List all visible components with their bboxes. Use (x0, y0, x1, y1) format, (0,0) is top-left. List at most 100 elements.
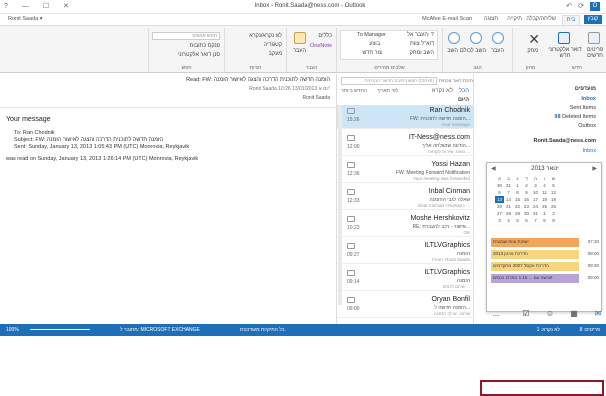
calendar-day[interactable]: 24 (531, 203, 540, 210)
calendar-day[interactable]: 27 (495, 210, 504, 217)
minimize-icon[interactable]: — (22, 3, 35, 10)
new-items-button[interactable]: פריטים חדשים (584, 47, 606, 59)
follow-up-button[interactable]: מעקב (269, 51, 282, 57)
reply-all-icon[interactable] (470, 32, 482, 44)
calendar-day[interactable]: 1 (540, 210, 549, 217)
sort-by-date[interactable]: לפי תאריך (377, 88, 398, 94)
calendar-day[interactable]: 17 (531, 196, 540, 203)
folder-inbox-account[interactable]: Inbox (583, 148, 596, 154)
message-row[interactable]: IT-Ness@ness.com הודעה שנשלחה אליך... מאת:… (337, 132, 474, 156)
unread-read-button[interactable]: לא נקרא/נקרא (249, 33, 282, 39)
reply-all-button[interactable]: השב לכולם (460, 48, 486, 54)
calendar-day[interactable]: 25 (540, 203, 549, 210)
calendar-day[interactable]: 14 (504, 196, 513, 203)
account-header[interactable]: Ronit.Saada@ness.com (533, 138, 596, 144)
quick-step-team-email[interactable]: דוא"ל צוות (410, 41, 434, 47)
calendar-day[interactable]: 7 (504, 189, 513, 196)
calendar-day[interactable]: 4 (540, 182, 549, 189)
calendar-day[interactable]: 8 (540, 217, 549, 224)
calendar-day[interactable]: 29 (513, 210, 522, 217)
move-button[interactable]: העבר (293, 48, 306, 54)
sort-direction[interactable]: החדש ביותר (341, 88, 367, 94)
tab-home[interactable]: בית (562, 15, 580, 25)
delete-button[interactable]: מחק (527, 48, 538, 54)
tab-file[interactable]: קובץ (584, 15, 602, 24)
search-input[interactable]: חפש בתיבת הדואר הנוכחית (Ctrl+E) (341, 77, 437, 85)
appointment-item[interactable]: הדרכת ארגון 2013 (491, 250, 579, 259)
calendar-day[interactable]: 3 (531, 182, 540, 189)
message-row[interactable]: Inbal Cinman שאלה לגבי ההזמנה Inbal Cinman… (337, 186, 474, 210)
message-row[interactable]: Ran Chodnik FW: הזמנה חדשה לתוכנית... Your… (337, 105, 474, 129)
calendar-day[interactable]: 6 (495, 189, 504, 196)
zoom-level[interactable]: 100% (6, 327, 19, 333)
maximize-icon[interactable]: ☐ (43, 3, 55, 10)
forward-button[interactable]: העבר (491, 48, 504, 54)
onenote-button[interactable]: OneNote (310, 43, 332, 49)
calendar-nav-icon[interactable]: ▦ (568, 309, 580, 321)
tab-view[interactable]: תצוגה (484, 16, 498, 22)
message-row[interactable]: Yossi Hazan FW: Meeting Forward Notificat… (337, 159, 474, 183)
folder-sent-items[interactable]: Sent Items (570, 105, 596, 111)
categorize-button[interactable]: קטגוריה (264, 42, 282, 48)
calendar-day[interactable]: 5 (549, 182, 558, 189)
send-receive-icon[interactable]: ⟳ (578, 2, 584, 10)
new-email-button[interactable]: דואר אלקטרוני חדש (548, 47, 582, 59)
appointment-item[interactable]: פגישה עם ... 1:15 במרכז כנסים (491, 274, 579, 283)
calendar-day[interactable]: 30 (522, 210, 531, 217)
mail-nav-icon[interactable]: ✉ (592, 309, 604, 321)
group-header-today[interactable]: היום (458, 97, 469, 103)
calendar-day[interactable]: 13 (495, 196, 504, 203)
calendar-day[interactable]: 6 (522, 217, 531, 224)
reading-from[interactable]: Ronit Saada (302, 95, 330, 101)
delete-icon[interactable]: ✕ (528, 32, 540, 46)
more-nav-icon[interactable]: ... (490, 309, 502, 321)
calendar-day[interactable]: 31 (504, 182, 513, 189)
list-scrollbar[interactable] (338, 105, 342, 305)
appointment-item[interactable]: הדרכת אקסל 2007 מתקדמים (491, 262, 579, 271)
calendar-day[interactable]: 18 (540, 196, 549, 203)
help-icon[interactable]: ? (4, 3, 14, 10)
calendar-day[interactable]: 12 (549, 189, 558, 196)
close-icon[interactable]: ✕ (63, 3, 75, 10)
calendar-day[interactable]: 31 (531, 210, 540, 217)
reply-button[interactable]: השב (447, 48, 458, 54)
calendar-day[interactable]: 1 (513, 182, 522, 189)
calendar-day[interactable]: 10 (531, 189, 540, 196)
forward-icon[interactable] (492, 32, 504, 44)
calendar-day[interactable]: 4 (504, 217, 513, 224)
message-row[interactable]: Moshe Hershkovitz RE: אישור - רכב להעברת.… (337, 213, 474, 237)
zoom-slider[interactable] (30, 329, 90, 330)
calendar-day[interactable]: 2 (522, 182, 531, 189)
people-nav-icon[interactable]: ☺ (544, 309, 556, 321)
calendar-day[interactable]: 16 (522, 196, 531, 203)
tab-mcafee[interactable]: McAfee E-mail Scan (422, 16, 472, 22)
calendar-day[interactable]: 28 (504, 210, 513, 217)
tab-folder[interactable]: תיקייה (507, 16, 522, 22)
calendar-day[interactable]: 21 (504, 203, 513, 210)
filter-email-button[interactable]: סנן דואר אלקטרוני (178, 52, 220, 58)
new-email-icon[interactable] (558, 32, 570, 44)
calendar-prev-icon[interactable]: ◀ (491, 165, 496, 172)
quick-step-done[interactable]: בוצע (369, 41, 380, 47)
calendar-day[interactable]: 9 (522, 189, 531, 196)
address-book-button[interactable]: פנקס כתובות (190, 43, 220, 49)
calendar-day[interactable]: 2 (549, 210, 558, 217)
undo-icon[interactable]: ↶ (566, 2, 572, 10)
tasks-nav-icon[interactable]: ☑ (520, 309, 532, 321)
filter-unread[interactable]: לא נקרא (432, 88, 453, 94)
calendar-day[interactable]: 7 (531, 217, 540, 224)
search-scope-dropdown[interactable]: תיבת דואר נוכחית (439, 78, 473, 83)
rules-button[interactable]: כללים (318, 33, 332, 39)
folder-outbox[interactable]: Outbox (578, 123, 596, 129)
tab-send-receive[interactable]: שליחה/קבלה (526, 16, 556, 22)
quick-step-create-new[interactable]: צור חדש (362, 50, 382, 56)
message-row[interactable]: ILTLVGraphics הזמנה שלום לכולם ... 09:14 (337, 267, 474, 291)
calendar-day[interactable]: 11 (540, 189, 549, 196)
calendar-day[interactable]: 23 (522, 203, 531, 210)
calendar-day[interactable]: 19 (549, 196, 558, 203)
quick-step-to-manager[interactable]: To Manager (357, 32, 386, 38)
new-items-icon[interactable] (588, 32, 600, 44)
appointment-item[interactable]: ישיבת צוות שבועית (491, 238, 579, 247)
calendar-day[interactable]: 5 (513, 217, 522, 224)
quick-step-reply-delete[interactable]: השב ומחק (410, 50, 434, 56)
